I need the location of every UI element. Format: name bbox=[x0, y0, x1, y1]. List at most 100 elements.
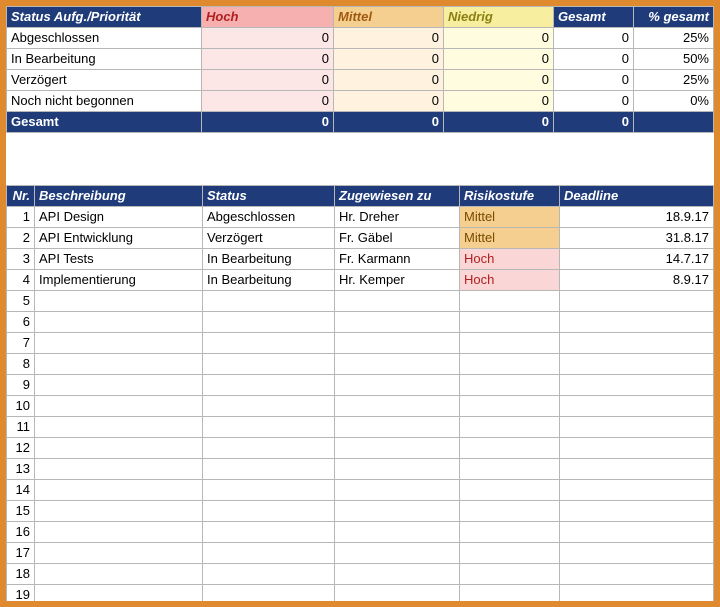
cell-beschreibung[interactable]: API Tests bbox=[35, 249, 203, 270]
cell-beschreibung[interactable] bbox=[35, 501, 203, 522]
cell-zugewiesen[interactable] bbox=[335, 291, 460, 312]
cell-status[interactable] bbox=[203, 312, 335, 333]
cell-zugewiesen[interactable] bbox=[335, 585, 460, 606]
cell-nr[interactable]: 2 bbox=[7, 228, 35, 249]
cell-risiko[interactable]: Mittel bbox=[460, 207, 560, 228]
cell-risiko[interactable]: Hoch bbox=[460, 270, 560, 291]
cell-nr[interactable]: 15 bbox=[7, 501, 35, 522]
cell-deadline[interactable] bbox=[560, 459, 714, 480]
cell-niedrig[interactable]: 0 bbox=[444, 70, 554, 91]
cell-risiko[interactable] bbox=[460, 501, 560, 522]
cell-beschreibung[interactable] bbox=[35, 375, 203, 396]
cell-zugewiesen[interactable] bbox=[335, 375, 460, 396]
cell-nr[interactable]: 14 bbox=[7, 480, 35, 501]
cell-nr[interactable]: 9 bbox=[7, 375, 35, 396]
cell-beschreibung[interactable] bbox=[35, 459, 203, 480]
cell-nr[interactable]: 6 bbox=[7, 312, 35, 333]
cell-status[interactable] bbox=[203, 543, 335, 564]
cell-nr[interactable]: 13 bbox=[7, 459, 35, 480]
cell-zugewiesen[interactable] bbox=[335, 396, 460, 417]
cell-zugewiesen[interactable] bbox=[335, 480, 460, 501]
cell-beschreibung[interactable] bbox=[35, 291, 203, 312]
cell-status[interactable]: In Bearbeitung bbox=[203, 270, 335, 291]
cell-deadline[interactable]: 18.9.17 bbox=[560, 207, 714, 228]
cell-status[interactable] bbox=[203, 459, 335, 480]
cell-beschreibung[interactable] bbox=[35, 585, 203, 606]
cell-risiko[interactable] bbox=[460, 480, 560, 501]
cell-status[interactable] bbox=[203, 396, 335, 417]
cell-status[interactable] bbox=[203, 585, 335, 606]
cell-deadline[interactable] bbox=[560, 375, 714, 396]
cell-nr[interactable]: 16 bbox=[7, 522, 35, 543]
summary-row-label[interactable]: Abgeschlossen bbox=[7, 28, 202, 49]
summary-row-label[interactable]: In Bearbeitung bbox=[7, 49, 202, 70]
cell-beschreibung[interactable] bbox=[35, 480, 203, 501]
cell-niedrig[interactable]: 0 bbox=[444, 91, 554, 112]
cell-nr[interactable]: 11 bbox=[7, 417, 35, 438]
cell-deadline[interactable] bbox=[560, 333, 714, 354]
cell-deadline[interactable] bbox=[560, 585, 714, 606]
cell-zugewiesen[interactable] bbox=[335, 543, 460, 564]
cell-beschreibung[interactable] bbox=[35, 438, 203, 459]
cell-risiko[interactable]: Hoch bbox=[460, 249, 560, 270]
cell-status[interactable] bbox=[203, 375, 335, 396]
cell-gesamt[interactable]: 0 bbox=[554, 91, 634, 112]
cell-deadline[interactable]: 14.7.17 bbox=[560, 249, 714, 270]
cell-mittel[interactable]: 0 bbox=[334, 28, 444, 49]
cell-status[interactable]: Abgeschlossen bbox=[203, 207, 335, 228]
cell-nr[interactable]: 12 bbox=[7, 438, 35, 459]
cell-risiko[interactable] bbox=[460, 522, 560, 543]
cell-zugewiesen[interactable] bbox=[335, 438, 460, 459]
cell-beschreibung[interactable]: Implementierung bbox=[35, 270, 203, 291]
cell-niedrig[interactable]: 0 bbox=[444, 28, 554, 49]
cell-risiko[interactable] bbox=[460, 375, 560, 396]
cell-beschreibung[interactable] bbox=[35, 396, 203, 417]
cell-status[interactable]: Verzögert bbox=[203, 228, 335, 249]
cell-deadline[interactable] bbox=[560, 480, 714, 501]
cell-deadline[interactable] bbox=[560, 396, 714, 417]
cell-nr[interactable]: 8 bbox=[7, 354, 35, 375]
cell-status[interactable] bbox=[203, 354, 335, 375]
cell-zugewiesen[interactable] bbox=[335, 459, 460, 480]
cell-beschreibung[interactable] bbox=[35, 312, 203, 333]
cell-nr[interactable]: 3 bbox=[7, 249, 35, 270]
cell-risiko[interactable] bbox=[460, 543, 560, 564]
cell-risiko[interactable] bbox=[460, 312, 560, 333]
cell-nr[interactable]: 17 bbox=[7, 543, 35, 564]
cell-mittel[interactable]: 0 bbox=[334, 70, 444, 91]
cell-nr[interactable]: 4 bbox=[7, 270, 35, 291]
cell-beschreibung[interactable] bbox=[35, 543, 203, 564]
cell-zugewiesen[interactable] bbox=[335, 564, 460, 585]
cell-deadline[interactable]: 31.8.17 bbox=[560, 228, 714, 249]
cell-risiko[interactable] bbox=[460, 564, 560, 585]
cell-nr[interactable]: 18 bbox=[7, 564, 35, 585]
cell-zugewiesen[interactable] bbox=[335, 312, 460, 333]
cell-deadline[interactable] bbox=[560, 522, 714, 543]
cell-zugewiesen[interactable] bbox=[335, 417, 460, 438]
cell-hoch[interactable]: 0 bbox=[202, 49, 334, 70]
cell-status[interactable] bbox=[203, 564, 335, 585]
cell-risiko[interactable]: Mittel bbox=[460, 228, 560, 249]
cell-beschreibung[interactable] bbox=[35, 417, 203, 438]
cell-status[interactable] bbox=[203, 501, 335, 522]
cell-beschreibung[interactable]: API Design bbox=[35, 207, 203, 228]
cell-zugewiesen[interactable]: Fr. Karmann bbox=[335, 249, 460, 270]
cell-deadline[interactable] bbox=[560, 291, 714, 312]
cell-zugewiesen[interactable] bbox=[335, 522, 460, 543]
cell-zugewiesen[interactable]: Fr. Gäbel bbox=[335, 228, 460, 249]
cell-niedrig[interactable]: 0 bbox=[444, 49, 554, 70]
cell-beschreibung[interactable] bbox=[35, 333, 203, 354]
summary-row-label[interactable]: Verzögert bbox=[7, 70, 202, 91]
cell-gesamt[interactable]: 0 bbox=[554, 70, 634, 91]
cell-pct[interactable]: 0% bbox=[634, 91, 714, 112]
summary-row-label[interactable]: Noch nicht begonnen bbox=[7, 91, 202, 112]
cell-deadline[interactable] bbox=[560, 564, 714, 585]
cell-status[interactable] bbox=[203, 522, 335, 543]
cell-deadline[interactable] bbox=[560, 312, 714, 333]
cell-zugewiesen[interactable] bbox=[335, 354, 460, 375]
cell-beschreibung[interactable]: API Entwicklung bbox=[35, 228, 203, 249]
cell-deadline[interactable] bbox=[560, 501, 714, 522]
cell-beschreibung[interactable] bbox=[35, 522, 203, 543]
cell-risiko[interactable] bbox=[460, 333, 560, 354]
cell-nr[interactable]: 1 bbox=[7, 207, 35, 228]
